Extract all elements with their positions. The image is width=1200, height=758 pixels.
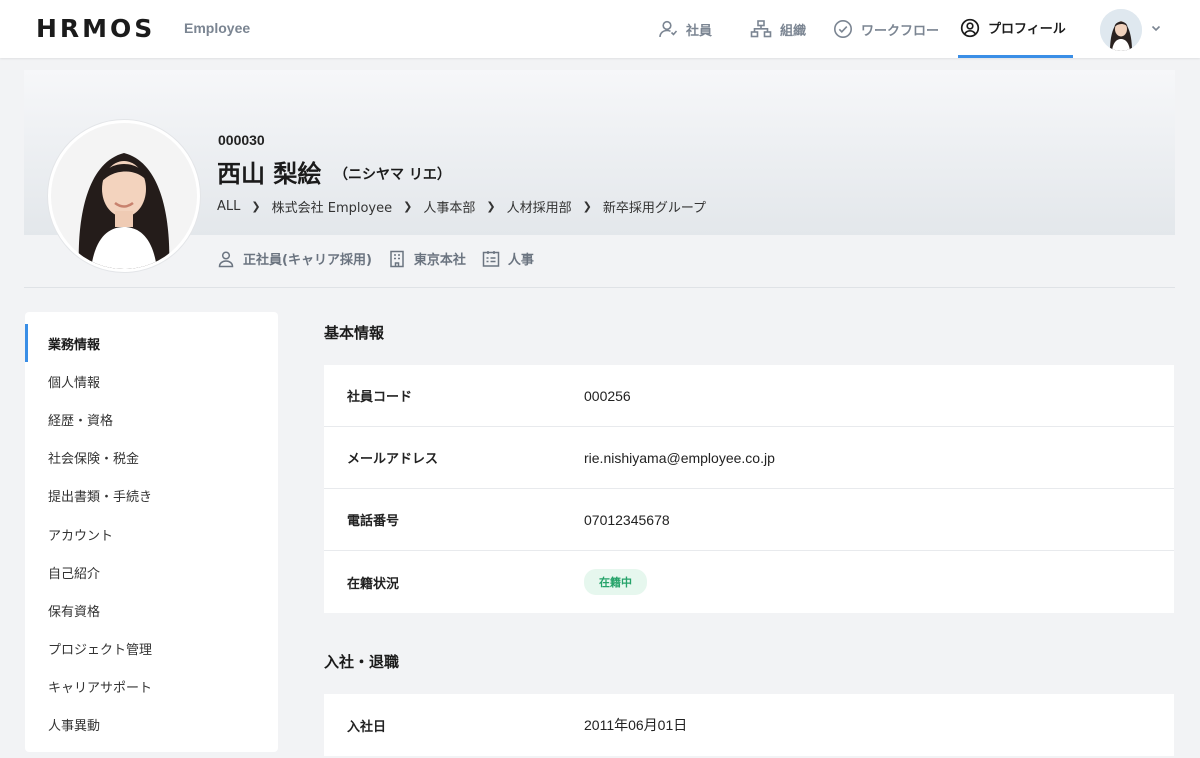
nav-item-workflow[interactable]: ワークフロー	[833, 0, 939, 58]
profile-avatar	[48, 120, 200, 272]
chevron-right-icon: ❯	[251, 200, 261, 213]
row-label: 入社日	[347, 719, 387, 735]
person-outline-icon	[218, 250, 234, 267]
row-label: メールアドレス	[347, 452, 439, 467]
tag-label: 正社員(キャリア採用)	[243, 253, 372, 268]
top-bar: HRMOS Employee 社員 組織 ワークフロー プロフィール	[0, 0, 1200, 58]
sidebar-item-career-qualifications[interactable]: 経歴・資格	[25, 400, 278, 438]
status-row-value: 在籍中	[584, 569, 647, 595]
row-value: 2011年06月01日	[584, 717, 688, 733]
sidebar-item-documents[interactable]: 提出書類・手続き	[25, 477, 278, 515]
user-photo-icon	[1100, 9, 1142, 51]
app-logo-subtitle: Employee	[184, 20, 251, 36]
breadcrumb-item[interactable]: ALL	[217, 199, 240, 214]
nav-item-profile[interactable]: プロフィール	[958, 0, 1073, 58]
tag-label: 人事	[507, 253, 534, 268]
section-title-basic: 基本情報	[324, 324, 385, 342]
info-row: メールアドレス rie.nishiyama@employee.co.jp	[324, 427, 1174, 489]
row-label: 在籍状況	[347, 576, 400, 592]
breadcrumb-item[interactable]: 人材採用部	[507, 197, 572, 216]
info-row: 社員コード 000256	[324, 365, 1174, 427]
nav-item-label: 社員	[686, 23, 713, 39]
nav-item-organization[interactable]: 組織	[750, 0, 806, 58]
sidebar-item-certifications[interactable]: 保有資格	[25, 591, 278, 629]
nav-item-label: プロフィール	[988, 22, 1066, 37]
basic-info-card: 社員コード 000256 メールアドレス rie.nishiyama@emplo…	[324, 365, 1174, 613]
check-circle-icon	[834, 20, 852, 38]
nav-item-staff[interactable]: 社員	[658, 0, 712, 58]
profile-photo-icon	[51, 123, 197, 269]
breadcrumb: ALL ❯ 株式会社 Employee ❯ 人事本部 ❯ 人材採用部 ❯ 新卒採…	[217, 197, 706, 216]
info-row: 入社日 2011年06月01日	[324, 694, 1174, 756]
user-avatar[interactable]	[1100, 9, 1142, 51]
employee-name: 西山 梨絵	[217, 160, 322, 188]
row-value: rie.nishiyama@employee.co.jp	[584, 449, 775, 466]
person-icon	[659, 20, 678, 38]
sidebar-item-career-support[interactable]: キャリアサポート	[25, 668, 278, 706]
row-value: 000256	[584, 387, 631, 404]
chevron-down-icon[interactable]	[1150, 22, 1162, 34]
breadcrumb-item[interactable]: 株式会社 Employee	[272, 197, 393, 216]
info-row: 在籍状況 在籍中	[324, 551, 1174, 613]
status-badge: 在籍中	[584, 569, 647, 595]
nav-item-label: 組織	[780, 23, 807, 39]
chevron-right-icon: ❯	[582, 200, 592, 213]
org-chart-icon	[750, 20, 772, 38]
section-title-join-leave: 入社・退職	[324, 653, 400, 671]
profile-tags: 正社員(キャリア採用) 東京本社 人事	[217, 249, 550, 268]
chevron-right-icon: ❯	[403, 200, 413, 213]
row-label: 電話番号	[347, 514, 400, 529]
tag-office: 東京本社	[388, 249, 466, 268]
sidebar-item-projects[interactable]: プロジェクト管理	[25, 630, 278, 668]
profile-sidebar: 業務情報 個人情報 経歴・資格 社会保険・税金 提出書類・手続き アカウント 自…	[25, 312, 278, 752]
profile-tag-bar	[24, 235, 1175, 288]
id-card-icon	[482, 250, 500, 267]
tag-label: 東京本社	[413, 253, 466, 268]
row-label: 社員コード	[347, 390, 413, 405]
sidebar-item-transfers[interactable]: 人事異動	[25, 706, 278, 744]
chevron-right-icon: ❯	[486, 200, 496, 213]
join-info-card: 入社日 2011年06月01日	[324, 694, 1174, 756]
nav-item-label: ワークフロー	[861, 23, 940, 39]
info-row: 電話番号 07012345678	[324, 489, 1174, 551]
sidebar-item-insurance-tax[interactable]: 社会保険・税金	[25, 439, 278, 477]
row-value: 07012345678	[584, 511, 670, 528]
sidebar-item-work-info[interactable]: 業務情報	[25, 324, 278, 363]
sidebar-item-account[interactable]: アカウント	[25, 515, 278, 553]
employee-code: 000030	[218, 132, 265, 148]
profile-icon	[960, 18, 980, 37]
sidebar-item-self-intro[interactable]: 自己紹介	[25, 553, 278, 591]
tag-department: 人事	[482, 249, 534, 268]
app-logo[interactable]: HRMOS	[36, 14, 155, 43]
tag-employment-type: 正社員(キャリア採用)	[217, 249, 372, 268]
employee-name-kana: （ニシヤマ リエ）	[334, 167, 451, 183]
building-icon	[390, 250, 404, 267]
breadcrumb-item[interactable]: 人事本部	[423, 197, 475, 216]
breadcrumb-item[interactable]: 新卒採用グループ	[603, 197, 706, 216]
sidebar-item-personal-info[interactable]: 個人情報	[25, 362, 278, 400]
